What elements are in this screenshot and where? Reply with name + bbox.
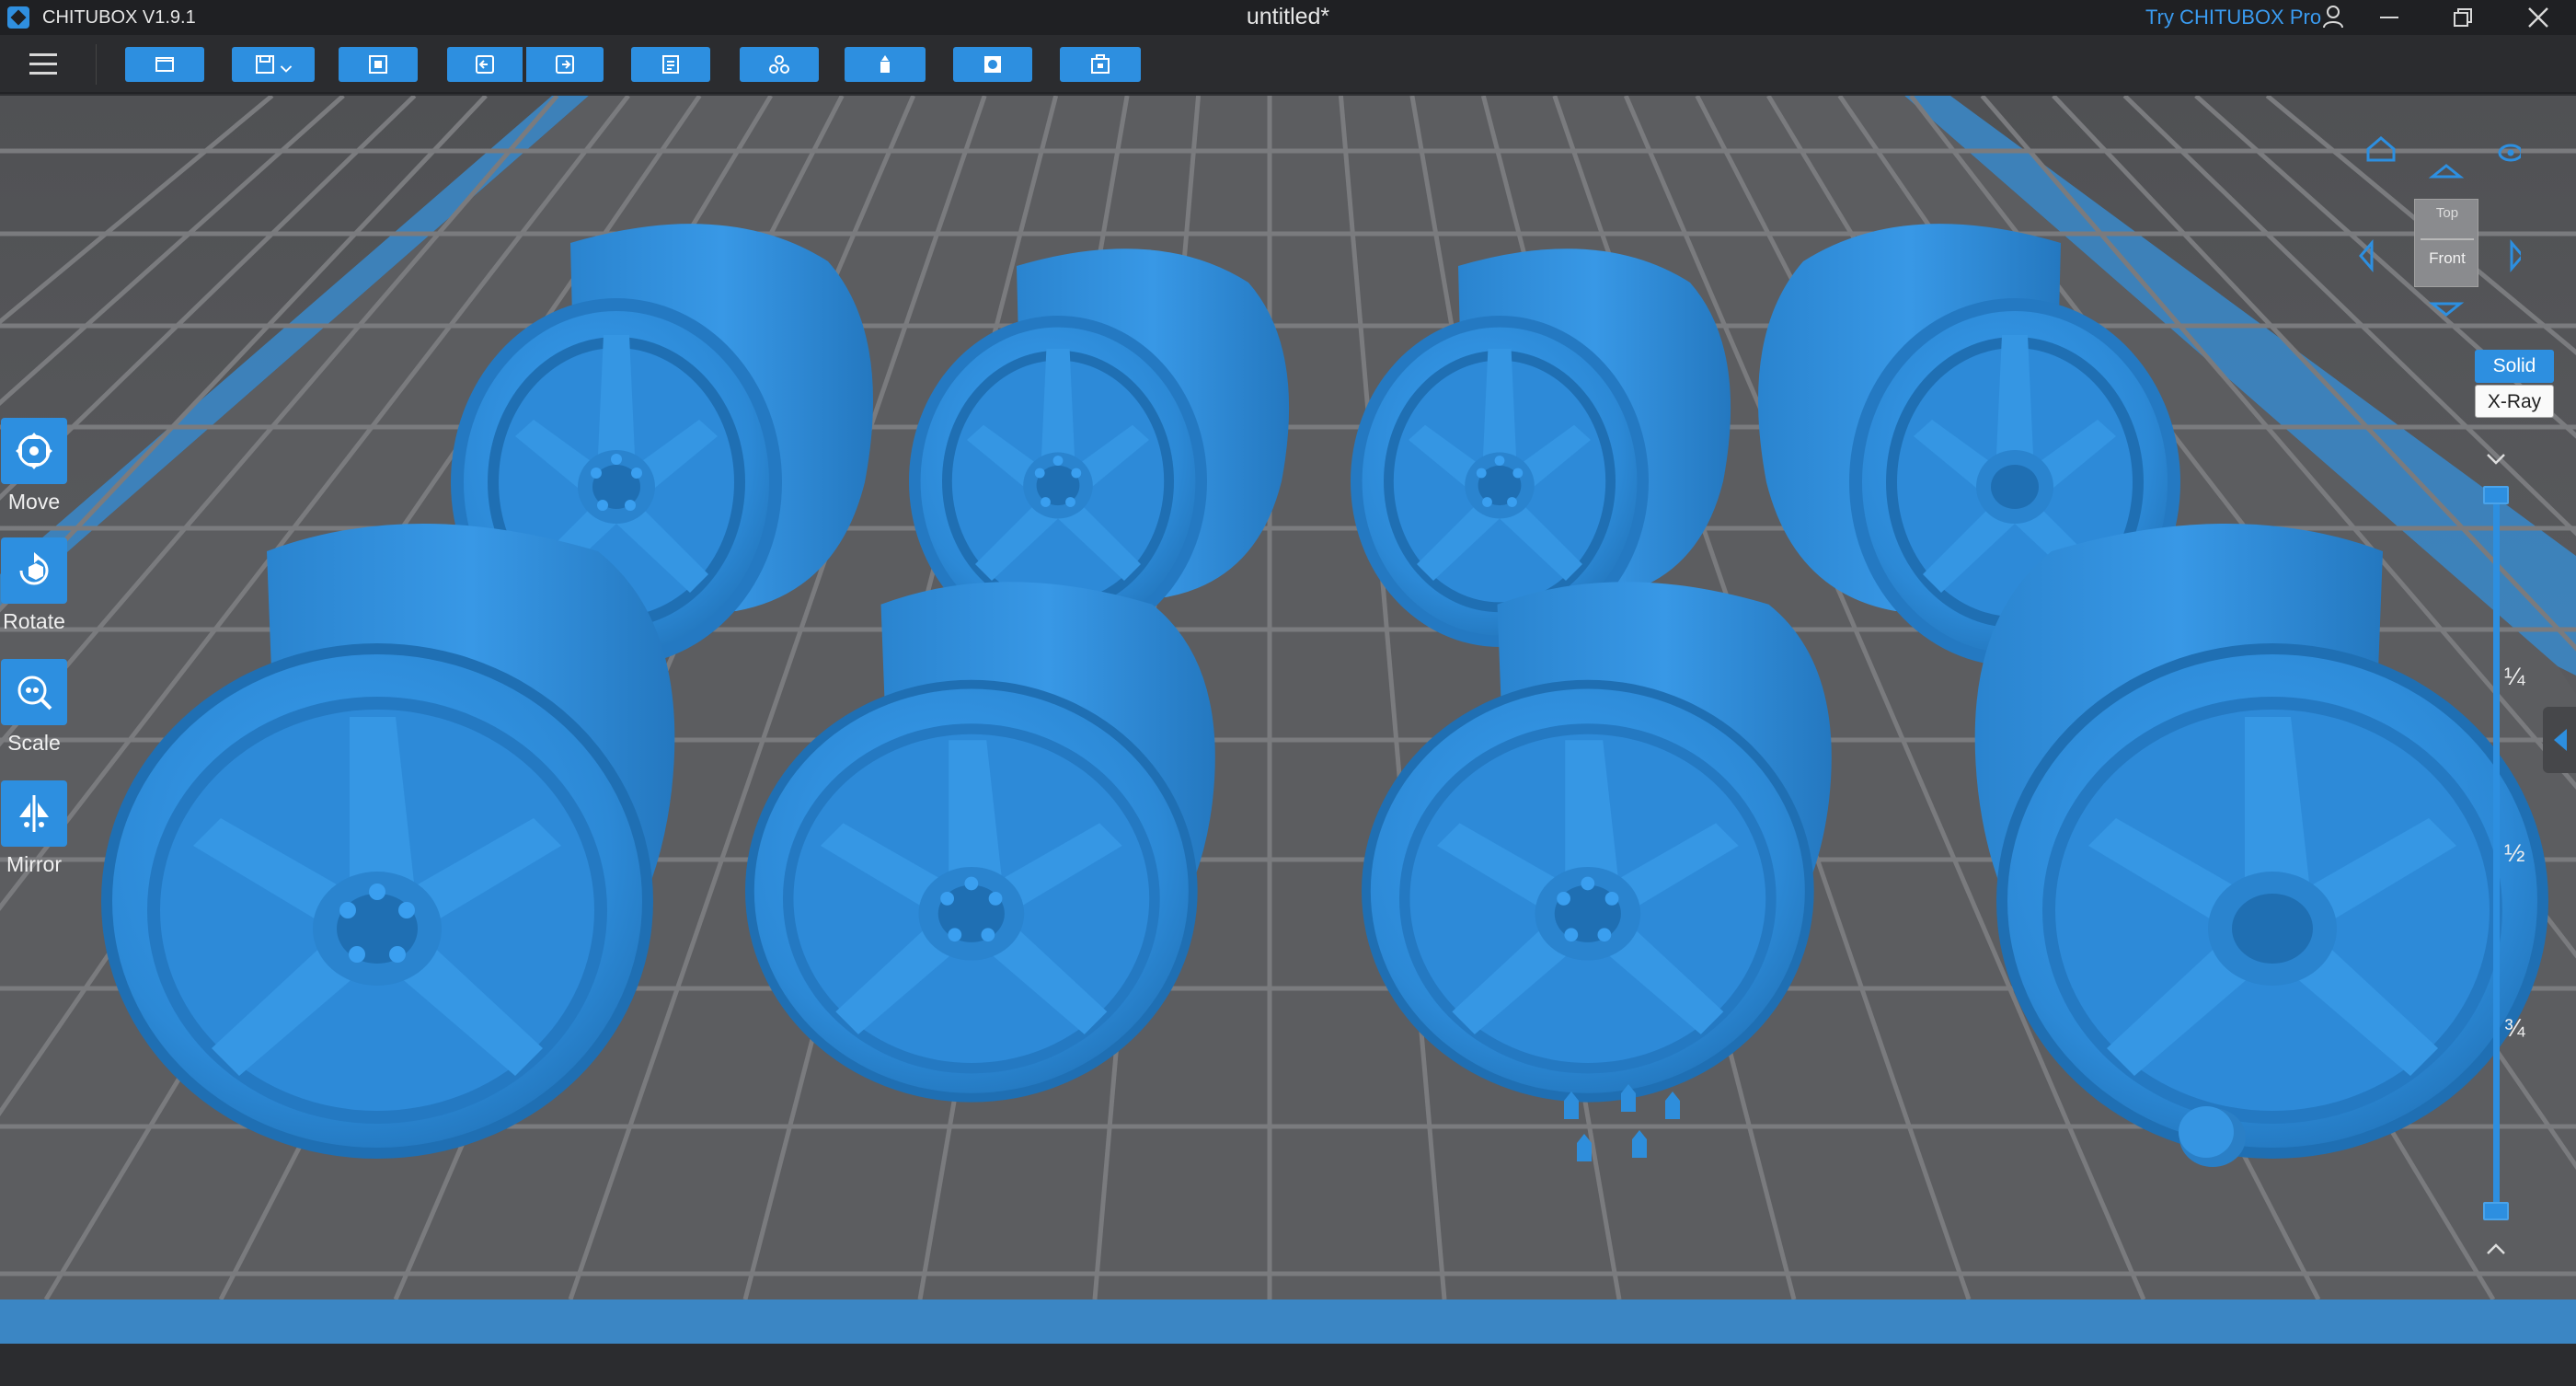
toolbar [0, 35, 2576, 94]
side-panel-toggle[interactable] [2543, 707, 2576, 773]
undo-button[interactable] [447, 47, 523, 82]
view-up-icon [2428, 164, 2465, 179]
user-icon[interactable] [2322, 5, 2344, 29]
center-cap-model[interactable] [2171, 1099, 2254, 1172]
home-view-icon [2366, 136, 2396, 162]
undo-icon [476, 55, 494, 74]
redo-icon [556, 55, 574, 74]
title-bar: CHITUBOX V1.9.1 untitled* Try CHITUBOX P… [0, 0, 2576, 35]
redo-button[interactable] [526, 47, 604, 82]
chevron-down-icon [280, 65, 293, 73]
wheel-model-8[interactable] [1886, 514, 2548, 1177]
scale-button[interactable] [1, 659, 67, 725]
print-icon [1091, 54, 1110, 74]
hollow-button[interactable] [953, 47, 1032, 82]
view-right-icon [2510, 238, 2521, 273]
3d-viewport[interactable]: Z X [0, 96, 2576, 1299]
scale-tool[interactable]: Scale [0, 659, 68, 756]
lug-nut-models[interactable] [1546, 1080, 1702, 1191]
auto-layout-icon [769, 55, 789, 74]
auto-support-icon [880, 55, 890, 73]
view-cube: Top Front [2337, 129, 2521, 350]
restore-icon [2454, 8, 2472, 27]
platform-front-edge [0, 1299, 2576, 1346]
view-cube-face[interactable]: Top Front [2414, 199, 2478, 287]
move-icon [16, 433, 52, 469]
layer-slider-track[interactable] [2493, 495, 2500, 1213]
print-button[interactable] [1060, 47, 1141, 82]
xray-mode-button[interactable]: X-Ray [2475, 385, 2554, 418]
mirror-label: Mirror [6, 852, 63, 876]
chevron-down-icon[interactable] [2484, 449, 2508, 468]
open-file-icon [155, 57, 174, 72]
rotate-tool[interactable]: Rotate [0, 537, 68, 634]
chevron-up-icon[interactable] [2484, 1241, 2508, 1259]
wheel-model-6[interactable] [745, 514, 1288, 1177]
open-file-button[interactable] [125, 47, 204, 82]
slice-settings-button[interactable] [631, 47, 710, 82]
solid-mode-button[interactable]: Solid [2475, 350, 2554, 383]
scale-icon [17, 676, 52, 710]
try-pro-link[interactable]: Try CHITUBOX Pro [2145, 6, 2321, 29]
slider-tick-quarter: ¼ [2504, 663, 2525, 690]
save-icon [256, 55, 274, 74]
layer-slider-top-handle[interactable] [2483, 486, 2509, 504]
rotate-icon [19, 552, 49, 585]
screenshot-icon [369, 55, 387, 74]
scale-label: Scale [7, 731, 61, 755]
close-button[interactable] [2506, 0, 2570, 35]
screenshot-button[interactable] [339, 47, 418, 82]
mirror-button[interactable] [1, 780, 67, 847]
save-button[interactable] [232, 47, 315, 82]
cube-top-label: Top [2435, 205, 2459, 221]
view-down-icon [2428, 302, 2465, 317]
slice-settings-icon [662, 55, 679, 74]
move-button[interactable] [1, 418, 67, 484]
mirror-tool[interactable]: Mirror [0, 780, 68, 877]
restore-button[interactable] [2431, 0, 2495, 35]
auto-support-button[interactable] [845, 47, 926, 82]
wheel-model-5[interactable] [101, 514, 764, 1177]
slider-tick-three-quarter: ¾ [2504, 1014, 2525, 1042]
rotate-label: Rotate [3, 609, 65, 633]
hamburger-menu-button[interactable] [26, 50, 66, 79]
view-left-icon [2359, 238, 2374, 273]
slider-tick-half: ½ [2504, 839, 2525, 867]
close-icon [2528, 7, 2548, 28]
rotate-button[interactable] [1, 537, 67, 604]
auto-layout-button[interactable] [740, 47, 819, 82]
toolbar-divider [96, 44, 97, 85]
move-tool[interactable]: Move [0, 418, 68, 514]
hollow-icon [984, 56, 1001, 73]
wheel-model-7[interactable] [1362, 514, 1904, 1177]
move-label: Move [7, 490, 61, 514]
mirror-icon [19, 795, 49, 832]
minimize-icon [2380, 17, 2398, 18]
cube-front-label: Front [2429, 249, 2466, 267]
minimize-button[interactable] [2357, 0, 2421, 35]
status-bar [0, 1344, 2576, 1386]
layer-slider-bottom-handle[interactable] [2483, 1202, 2509, 1220]
